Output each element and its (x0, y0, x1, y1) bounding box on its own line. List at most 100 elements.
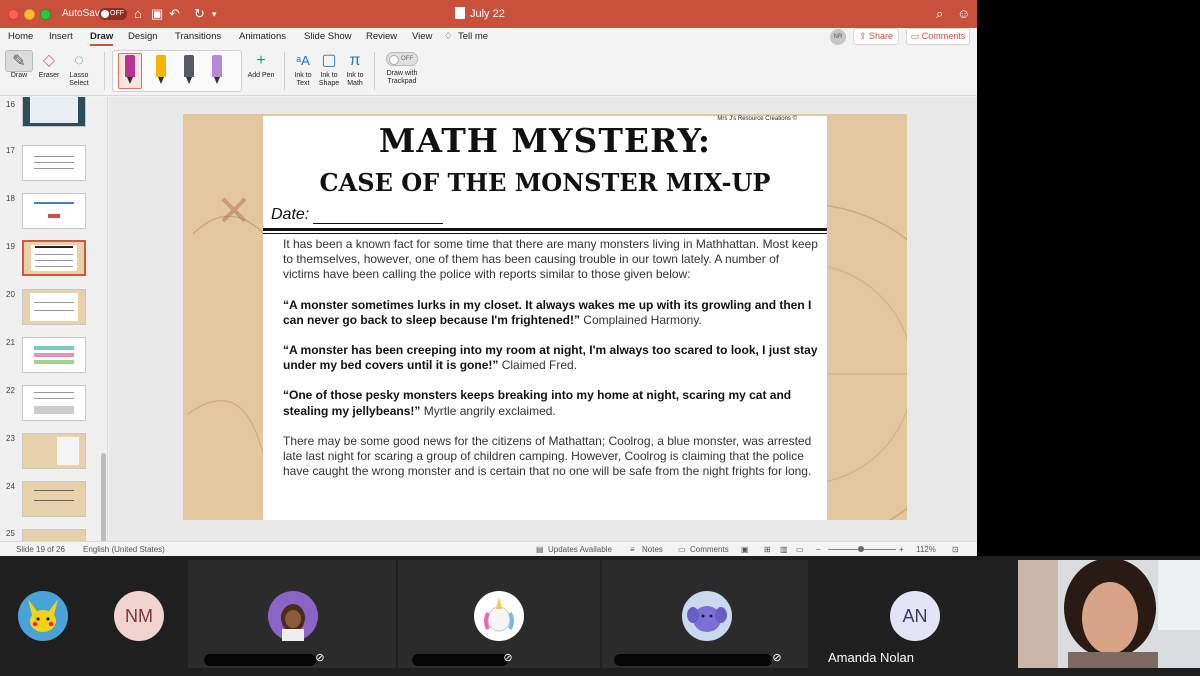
tell-me-search[interactable]: Tell me (458, 31, 488, 42)
slide-thumbnail[interactable] (22, 481, 86, 517)
tab-animations[interactable]: Animations (239, 31, 286, 42)
slide-number: 25 (6, 529, 15, 538)
thumbnail-text-line (34, 202, 74, 204)
notes-button[interactable]: Notes (642, 545, 663, 554)
tab-review[interactable]: Review (366, 31, 397, 42)
share-button[interactable]: ⇪ Share (853, 28, 899, 45)
slide-sorter-icon[interactable]: ⊞ (764, 545, 771, 554)
minimize-window-button[interactable] (24, 9, 35, 20)
tab-slide-show[interactable]: Slide Show (304, 31, 352, 42)
save-icon[interactable]: ▣ (151, 6, 163, 22)
redacted-name (204, 654, 316, 666)
slide-number: 16 (6, 100, 15, 109)
zoom-out-icon[interactable]: − (816, 545, 821, 554)
thumbnail-background (23, 482, 85, 516)
tab-design[interactable]: Design (128, 31, 158, 42)
slide-thumbnail[interactable] (22, 193, 86, 229)
maximize-window-button[interactable] (40, 9, 51, 20)
language-indicator[interactable]: English (United States) (83, 545, 165, 554)
gray-pen-button[interactable] (184, 55, 194, 84)
updates-icon: ▤ (536, 545, 544, 554)
thumbnail-background (23, 530, 85, 541)
slide-thumbnail[interactable] (22, 529, 86, 541)
ink-to-shape-button[interactable]: ▢ Ink to Shape (316, 50, 342, 88)
tab-transitions[interactable]: Transitions (175, 31, 221, 42)
date-label: Date: (271, 206, 310, 223)
slide-thumbnail[interactable] (22, 289, 86, 325)
smiley-icon[interactable]: ☺ (957, 6, 970, 22)
slide-number: 24 (6, 482, 15, 491)
fit-to-window-icon[interactable]: ⊡ (952, 545, 959, 554)
comment-icon: ▭ (910, 31, 922, 41)
ink-to-math-button[interactable]: π Ink to Math (342, 50, 368, 88)
pen-gallery (112, 50, 242, 92)
eraser-button[interactable]: ◇ Eraser (35, 50, 63, 80)
comments-button[interactable]: ▭ Comments (906, 28, 970, 45)
tab-draw[interactable]: Draw (90, 31, 114, 46)
share-label: Share (869, 31, 894, 41)
slide-thumbnail[interactable] (22, 433, 86, 469)
normal-view-icon[interactable]: ▣ (741, 545, 749, 554)
ribbon-divider (374, 52, 375, 90)
search-icon[interactable]: ⌕ (936, 6, 943, 22)
powerpoint-window: AutoSave OFF ⌂ ▣ ↶ ↻ ▾ July 22 ⌕ ☺ Home … (0, 0, 977, 556)
thumbnails-scrollbar[interactable] (101, 453, 106, 541)
tab-home[interactable]: Home (8, 31, 33, 42)
redo-icon[interactable]: ↻ (194, 6, 205, 22)
customize-toolbar-icon[interactable]: ▾ (212, 6, 217, 22)
magenta-pen-button[interactable] (125, 55, 135, 84)
lasso-select-button[interactable]: ◌ Lasso Select (65, 50, 93, 88)
participant-tile[interactable]: AN Amanda Nolan (810, 560, 1016, 668)
slide-counter: Slide 19 of 26 (16, 545, 65, 554)
close-window-button[interactable] (8, 9, 19, 20)
screen: AutoSave OFF ⌂ ▣ ↶ ↻ ▾ July 22 ⌕ ☺ Home … (0, 0, 1200, 676)
quote-paragraph-2: “A monster has been creeping into my roo… (283, 343, 819, 373)
updates-available[interactable]: Updates Available (548, 545, 612, 554)
zoom-in-icon[interactable]: + (899, 545, 904, 554)
slide-thumbnail[interactable] (22, 145, 86, 181)
slide-number: 18 (6, 194, 15, 203)
tab-view[interactable]: View (412, 31, 432, 42)
home-icon[interactable]: ⌂ (134, 6, 142, 22)
participant-tile[interactable]: ⊘ (188, 560, 396, 668)
autosave-toggle[interactable]: OFF (99, 8, 127, 20)
slide-number: 20 (6, 290, 15, 299)
status-comments-button[interactable]: Comments (690, 545, 729, 554)
pencil-icon: ✎ (5, 50, 33, 72)
story-text: It has been a known fact for some time t… (283, 237, 819, 494)
ink-to-text-button[interactable]: ᵃA Ink to Text (290, 50, 316, 88)
ink-to-text-label-2: Text (296, 80, 310, 87)
quote-attribution: Complained Harmony. (579, 312, 702, 327)
status-bar: Slide 19 of 26 English (United States) ▤… (0, 541, 977, 556)
participant-video-feed[interactable] (1018, 560, 1200, 668)
slide-thumbnail[interactable] (22, 385, 86, 421)
eraser-label: Eraser (38, 72, 60, 79)
worksheet-page: Mrs J's Resource Creations © MATH MYSTER… (263, 116, 827, 520)
participant-tile[interactable]: ⊘ (398, 560, 600, 668)
user-avatar[interactable]: NR (830, 29, 846, 45)
reading-view-icon[interactable]: ▥ (780, 545, 788, 554)
pikachu-avatar-icon (28, 599, 58, 632)
add-pen-button[interactable]: + Add Pen (245, 50, 277, 80)
draw-tool-button[interactable]: ✎ Draw (5, 50, 33, 80)
slide-19[interactable]: Mrs J's Resource Creations © MATH MYSTER… (183, 114, 907, 520)
undo-icon[interactable]: ↶ (169, 6, 180, 22)
yellow-pen-button[interactable] (156, 55, 166, 84)
zoom-level[interactable]: 112% (916, 545, 936, 554)
participant-tile[interactable]: ⊘ (602, 560, 808, 668)
zoom-slider-handle[interactable] (858, 546, 864, 552)
slide-number: 21 (6, 338, 15, 347)
tab-insert[interactable]: Insert (49, 31, 73, 42)
thumbnail-text-line (34, 156, 74, 157)
thumbnail-text-line (34, 406, 74, 414)
webcam-person-image (1018, 560, 1200, 668)
slideshow-view-icon[interactable]: ▭ (796, 545, 804, 554)
trackpad-label-1: Draw with (386, 70, 418, 77)
slide-thumbnail[interactable] (22, 97, 86, 127)
participant-tile[interactable]: NM (88, 560, 186, 668)
redacted-name (412, 654, 508, 666)
slide-thumbnail-selected[interactable] (22, 240, 86, 276)
lavender-highlighter-button[interactable] (212, 55, 222, 84)
slide-thumbnail[interactable] (22, 337, 86, 373)
trackpad-toggle[interactable]: OFF (386, 52, 418, 66)
